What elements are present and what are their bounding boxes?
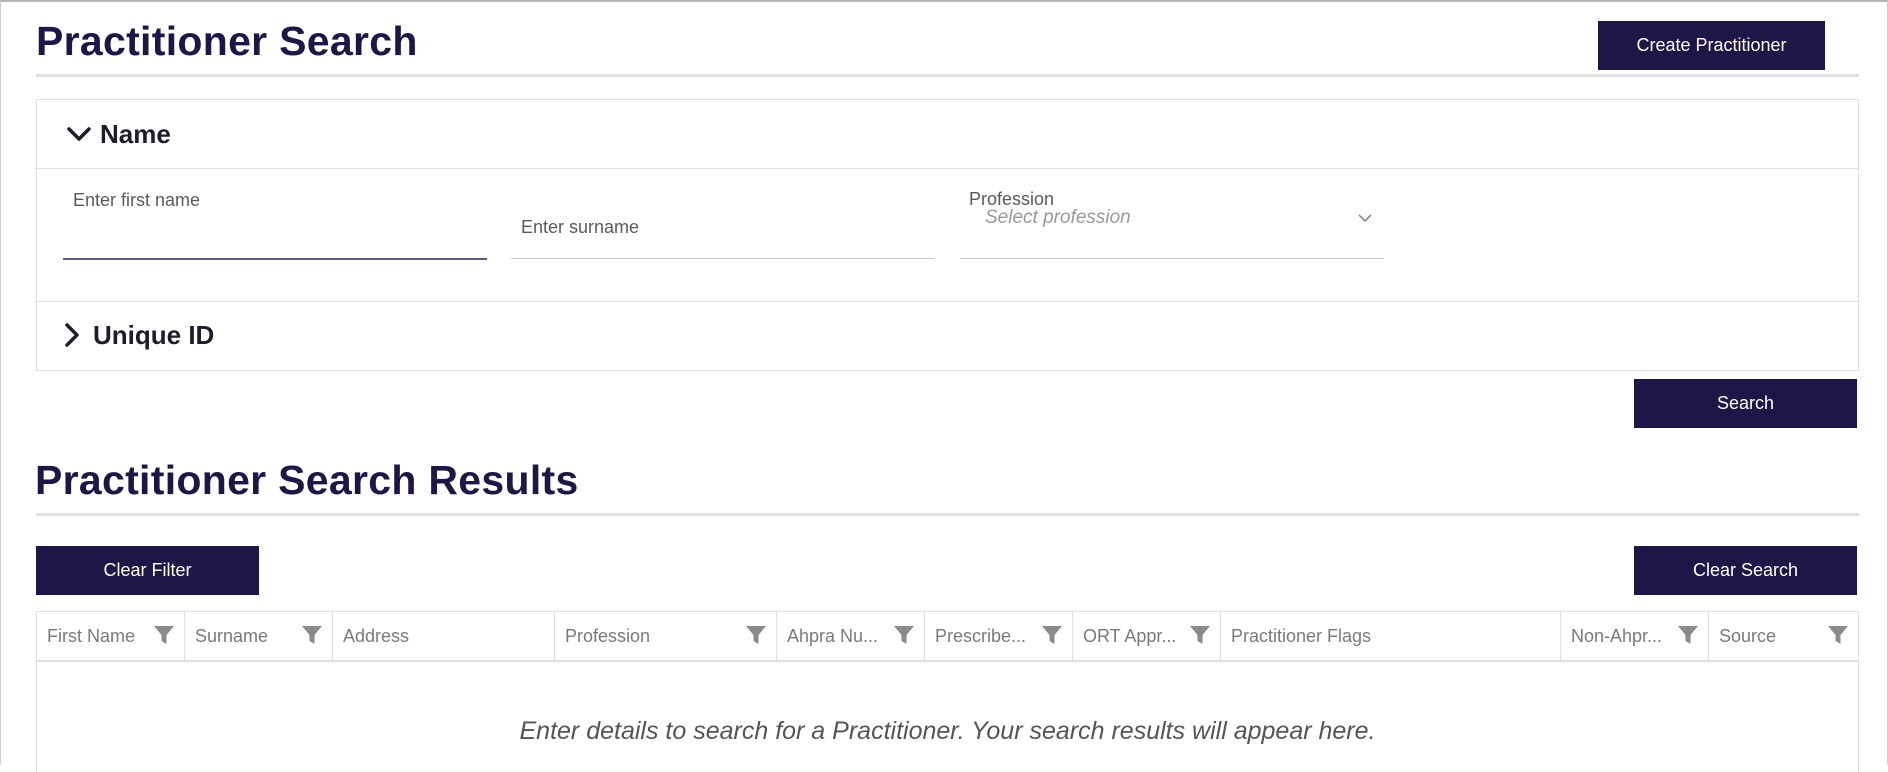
surname-field[interactable]: Enter surname [511, 180, 935, 259]
chevron-down-icon [1358, 210, 1372, 228]
results-grid: First Name Surname Address Profession Ah… [36, 611, 1859, 772]
first-name-underline [63, 258, 487, 260]
column-label: Address [343, 625, 410, 646]
section-divider [37, 168, 1858, 169]
column-header-first-name[interactable]: First Name [37, 612, 185, 660]
filter-icon[interactable] [1677, 624, 1699, 651]
profession-underline [960, 258, 1384, 259]
column-label: Profession [565, 625, 651, 646]
chevron-right-icon [57, 323, 87, 347]
column-label: First Name [47, 625, 136, 646]
column-header-prescriber[interactable]: Prescribe... [925, 612, 1073, 660]
surname-underline [511, 258, 935, 259]
filter-icon[interactable] [1827, 624, 1849, 651]
filter-icon[interactable] [893, 624, 915, 651]
first-name-field[interactable]: Enter first name [63, 180, 487, 260]
profession-placeholder: Select profession [985, 207, 1131, 228]
unique-id-section-header[interactable]: Unique ID [37, 301, 1858, 369]
name-section-label: Name [100, 118, 171, 149]
filter-icon[interactable] [153, 624, 175, 651]
column-header-non-ahpra[interactable]: Non-Ahpr... [1561, 612, 1709, 660]
column-label: Non-Ahpr... [1571, 625, 1663, 646]
filter-icon[interactable] [1041, 624, 1063, 651]
create-practitioner-button[interactable]: Create Practitioner [1598, 21, 1825, 70]
column-header-ort-approval[interactable]: ORT Appr... [1073, 612, 1221, 660]
name-section-header[interactable]: Name [37, 100, 1858, 168]
filter-icon[interactable] [1189, 624, 1211, 651]
column-label: Prescribe... [935, 625, 1027, 646]
column-header-source[interactable]: Source [1709, 612, 1858, 660]
surname-label: Enter surname [521, 217, 640, 237]
column-label: Ahpra Nu... [787, 625, 879, 646]
page-title: Practitioner Search [36, 18, 418, 64]
chevron-down-icon [64, 126, 94, 142]
filter-icon[interactable] [301, 624, 323, 651]
search-button[interactable]: Search [1634, 379, 1857, 428]
search-panel: Name Enter first name Enter surname Prof… [36, 99, 1859, 371]
results-divider [36, 513, 1859, 516]
column-header-ahpra-number[interactable]: Ahpra Nu... [777, 612, 925, 660]
unique-id-section-label: Unique ID [93, 319, 215, 350]
column-label: ORT Appr... [1083, 625, 1177, 646]
column-label: Source [1719, 625, 1777, 646]
filter-icon[interactable] [745, 624, 767, 651]
results-title: Practitioner Search Results [35, 457, 579, 503]
clear-search-button[interactable]: Clear Search [1634, 546, 1857, 595]
title-divider [36, 74, 1859, 77]
first-name-label: Enter first name [73, 190, 201, 210]
clear-filter-button[interactable]: Clear Filter [36, 546, 259, 595]
column-header-profession[interactable]: Profession [555, 612, 777, 660]
column-label: Practitioner Flags [1231, 625, 1372, 646]
grid-header: First Name Surname Address Profession Ah… [37, 612, 1858, 662]
column-label: Surname [195, 625, 269, 646]
profession-select[interactable]: Profession Select profession [960, 180, 1384, 259]
column-header-surname[interactable]: Surname [185, 612, 333, 660]
empty-results-message: Enter details to search for a Practition… [519, 717, 1376, 745]
column-header-address[interactable]: Address [333, 612, 555, 660]
column-header-practitioner-flags[interactable]: Practitioner Flags [1221, 612, 1561, 660]
